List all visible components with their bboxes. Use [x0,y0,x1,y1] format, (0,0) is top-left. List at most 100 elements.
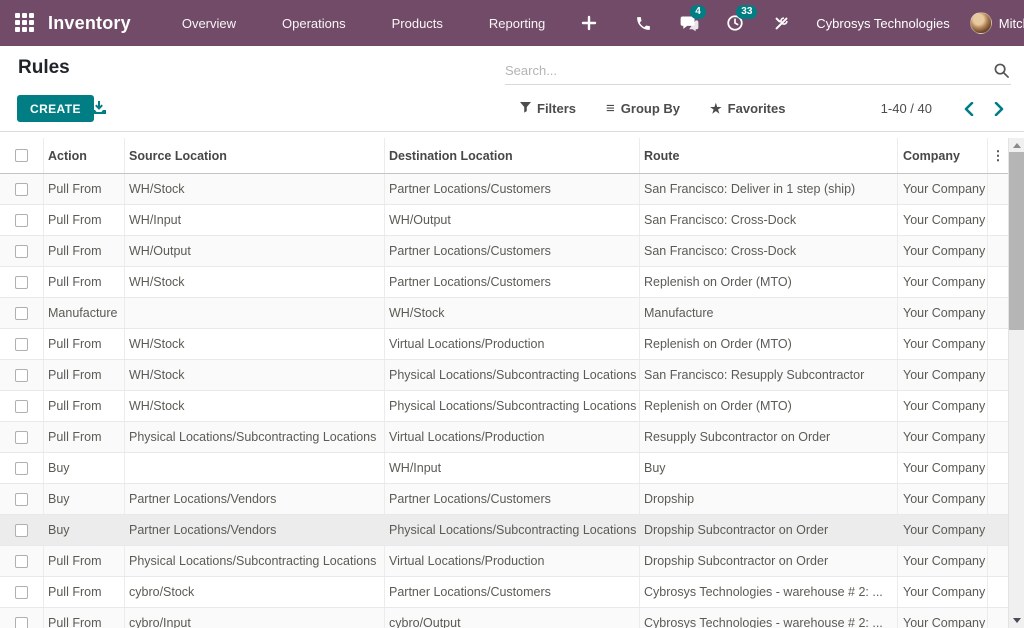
menu-products[interactable]: Products [369,2,466,45]
cell-source-location: WH/Stock [125,267,385,297]
menu-operations[interactable]: Operations [259,2,369,45]
table-row[interactable]: Buy WH/Input Buy Your Company [0,453,1008,484]
page-title: Rules [18,57,70,79]
cell-company: Your Company [898,391,988,421]
column-header-action[interactable]: Action [44,138,125,173]
top-navbar: Inventory Overview Operations Products R… [0,0,1024,46]
cell-company: Your Company [898,267,988,297]
apps-menu-icon[interactable] [15,13,34,33]
table-row[interactable]: Pull From WH/Stock Virtual Locations/Pro… [0,329,1008,360]
cell-route: Replenish on Order (MTO) [640,329,898,359]
cell-destination-location: Partner Locations/Customers [385,174,640,204]
activities-badge: 33 [736,5,757,19]
messages-icon[interactable]: 4 [678,12,700,34]
messages-badge: 4 [690,5,706,19]
table-row[interactable]: Pull From cybro/Input cybro/Output Cybro… [0,608,1008,628]
favorites-button[interactable]: ★ Favorites [710,101,785,117]
search-bar [505,59,1011,85]
row-checkbox[interactable] [15,524,28,537]
cell-company: Your Company [898,453,988,483]
row-checkbox[interactable] [15,369,28,382]
row-checkbox[interactable] [15,276,28,289]
cell-destination-location: Partner Locations/Customers [385,267,640,297]
row-checkbox[interactable] [15,462,28,475]
table-row[interactable]: Pull From WH/Output Partner Locations/Cu… [0,236,1008,267]
filters-button[interactable]: Filters [520,101,576,116]
row-checkbox[interactable] [15,586,28,599]
menu-reporting[interactable]: Reporting [466,2,568,45]
cell-route: Dropship Subcontractor on Order [640,546,898,576]
cell-source-location: Partner Locations/Vendors [125,484,385,514]
star-icon: ★ [710,101,722,117]
cell-route: Replenish on Order (MTO) [640,391,898,421]
row-checkbox[interactable] [15,493,28,506]
cell-action: Buy [44,484,125,514]
cell-source-location [125,453,385,483]
rules-table: Action Source Location Destination Locat… [0,138,1008,628]
group-by-button[interactable]: ≡ Group By [606,100,680,117]
row-checkbox[interactable] [15,555,28,568]
activities-clock-icon[interactable]: 33 [724,12,746,34]
table-row[interactable]: Pull From Physical Locations/Subcontract… [0,422,1008,453]
cell-route: Buy [640,453,898,483]
table-row[interactable]: Pull From WH/Input WH/Output San Francis… [0,205,1008,236]
rules-table-body: Pull From WH/Stock Partner Locations/Cus… [0,174,1008,628]
row-checkbox[interactable] [15,307,28,320]
cell-action: Pull From [44,608,125,628]
user-menu[interactable]: Mitchell Admin [999,16,1024,31]
menu-overview[interactable]: Overview [159,2,259,45]
optional-columns-icon[interactable]: ⋮ [992,149,1005,162]
cell-destination-location: Virtual Locations/Production [385,546,640,576]
table-row[interactable]: Manufacture WH/Stock Manufacture Your Co… [0,298,1008,329]
cell-action: Pull From [44,391,125,421]
table-row[interactable]: Buy Partner Locations/Vendors Physical L… [0,515,1008,546]
column-header-destination[interactable]: Destination Location [385,138,640,173]
cell-source-location: Partner Locations/Vendors [125,515,385,545]
row-checkbox[interactable] [15,431,28,444]
row-checkbox[interactable] [15,214,28,227]
pager-previous-button[interactable] [958,98,980,120]
table-row[interactable]: Pull From WH/Stock Partner Locations/Cus… [0,267,1008,298]
pager-next-button[interactable] [988,98,1010,120]
main-menu: Overview Operations Products Reporting [159,2,568,45]
cell-source-location: WH/Output [125,236,385,266]
row-checkbox[interactable] [15,338,28,351]
column-header-route[interactable]: Route [640,138,898,173]
row-checkbox[interactable] [15,183,28,196]
table-row[interactable]: Pull From WH/Stock Physical Locations/Su… [0,391,1008,422]
create-button[interactable]: CREATE [17,95,94,122]
vertical-scrollbar[interactable] [1008,138,1024,628]
search-input[interactable] [505,59,975,82]
table-row[interactable]: Pull From WH/Stock Physical Locations/Su… [0,360,1008,391]
scroll-down-icon[interactable] [1013,618,1021,623]
cell-action: Pull From [44,174,125,204]
row-checkbox[interactable] [15,245,28,258]
cell-route: San Francisco: Deliver in 1 step (ship) [640,174,898,204]
select-all-checkbox[interactable] [15,149,28,162]
phone-icon[interactable] [632,12,654,34]
scrollbar-thumb[interactable] [1009,152,1024,330]
row-checkbox[interactable] [15,617,28,628]
plus-icon[interactable] [578,12,600,34]
cell-action: Pull From [44,205,125,235]
row-checkbox[interactable] [15,400,28,413]
company-switcher[interactable]: Cybrosys Technologies [816,16,949,31]
search-icon[interactable] [994,63,1009,83]
scroll-up-icon[interactable] [1013,143,1021,148]
cell-route: Cybrosys Technologies - warehouse # 2: .… [640,577,898,607]
cell-action: Pull From [44,422,125,452]
table-row[interactable]: Pull From cybro/Stock Partner Locations/… [0,577,1008,608]
table-row[interactable]: Pull From WH/Stock Partner Locations/Cus… [0,174,1008,205]
user-avatar[interactable] [970,12,992,34]
tools-icon[interactable] [770,12,792,34]
table-header: Action Source Location Destination Locat… [0,138,1008,174]
column-header-source[interactable]: Source Location [125,138,385,173]
table-row[interactable]: Pull From Physical Locations/Subcontract… [0,546,1008,577]
cell-destination-location: cybro/Output [385,608,640,628]
column-header-company[interactable]: Company [898,138,988,173]
cell-company: Your Company [898,546,988,576]
table-row[interactable]: Buy Partner Locations/Vendors Partner Lo… [0,484,1008,515]
app-name[interactable]: Inventory [48,13,131,34]
cell-source-location: WH/Input [125,205,385,235]
export-icon[interactable] [91,101,107,121]
